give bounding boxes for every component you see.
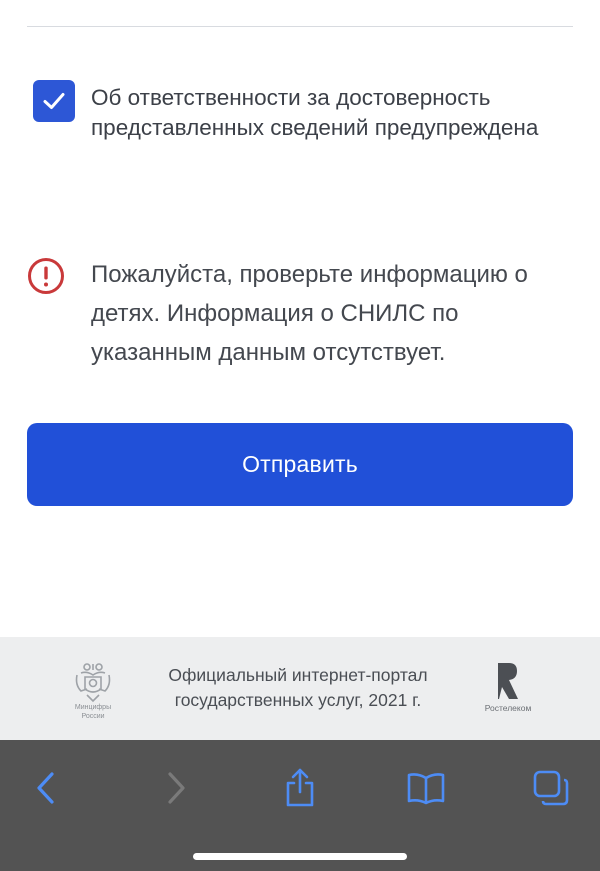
submit-button[interactable]: Отправить <box>27 423 573 506</box>
top-divider <box>27 26 573 27</box>
footer: Минцифры России Официальный интернет-пор… <box>0 637 600 740</box>
forward-icon[interactable] <box>153 765 199 811</box>
bookmarks-icon[interactable] <box>403 765 449 811</box>
rostelecom-logo[interactable]: Ростелеком <box>478 661 538 725</box>
exclamation-circle-icon <box>28 258 64 294</box>
back-icon[interactable] <box>23 765 69 811</box>
tabs-icon[interactable] <box>528 765 574 811</box>
consent-checkbox[interactable] <box>33 80 75 122</box>
consent-checkbox-row[interactable]: Об ответственности за достоверность пред… <box>33 80 573 143</box>
mintsifry-caption-2: России <box>81 713 105 720</box>
rostelecom-caption: Ростелеком <box>484 703 532 713</box>
footer-line-2: государственных услуг, 2021 г. <box>174 690 422 710</box>
share-icon[interactable] <box>277 765 323 811</box>
mintsifry-caption-1: Минцифры <box>74 704 112 711</box>
eagle-emblem-icon <box>75 663 111 703</box>
rostelecom-mark-icon <box>498 663 518 699</box>
warning-message: Пожалуйста, проверьте информацию о детях… <box>27 256 573 372</box>
footer-line-1: Официальный интернет-портал <box>168 665 428 685</box>
browser-toolbar <box>0 740 600 871</box>
warning-text: Пожалуйста, проверьте информацию о детях… <box>91 261 528 366</box>
mintsifry-logo[interactable]: Минцифры России <box>68 661 118 725</box>
checkmark-icon <box>43 93 65 109</box>
consent-label: Об ответственности за достоверность пред… <box>91 85 539 140</box>
home-indicator <box>193 853 407 860</box>
footer-copyright: Официальный интернет-портал государствен… <box>140 663 456 713</box>
